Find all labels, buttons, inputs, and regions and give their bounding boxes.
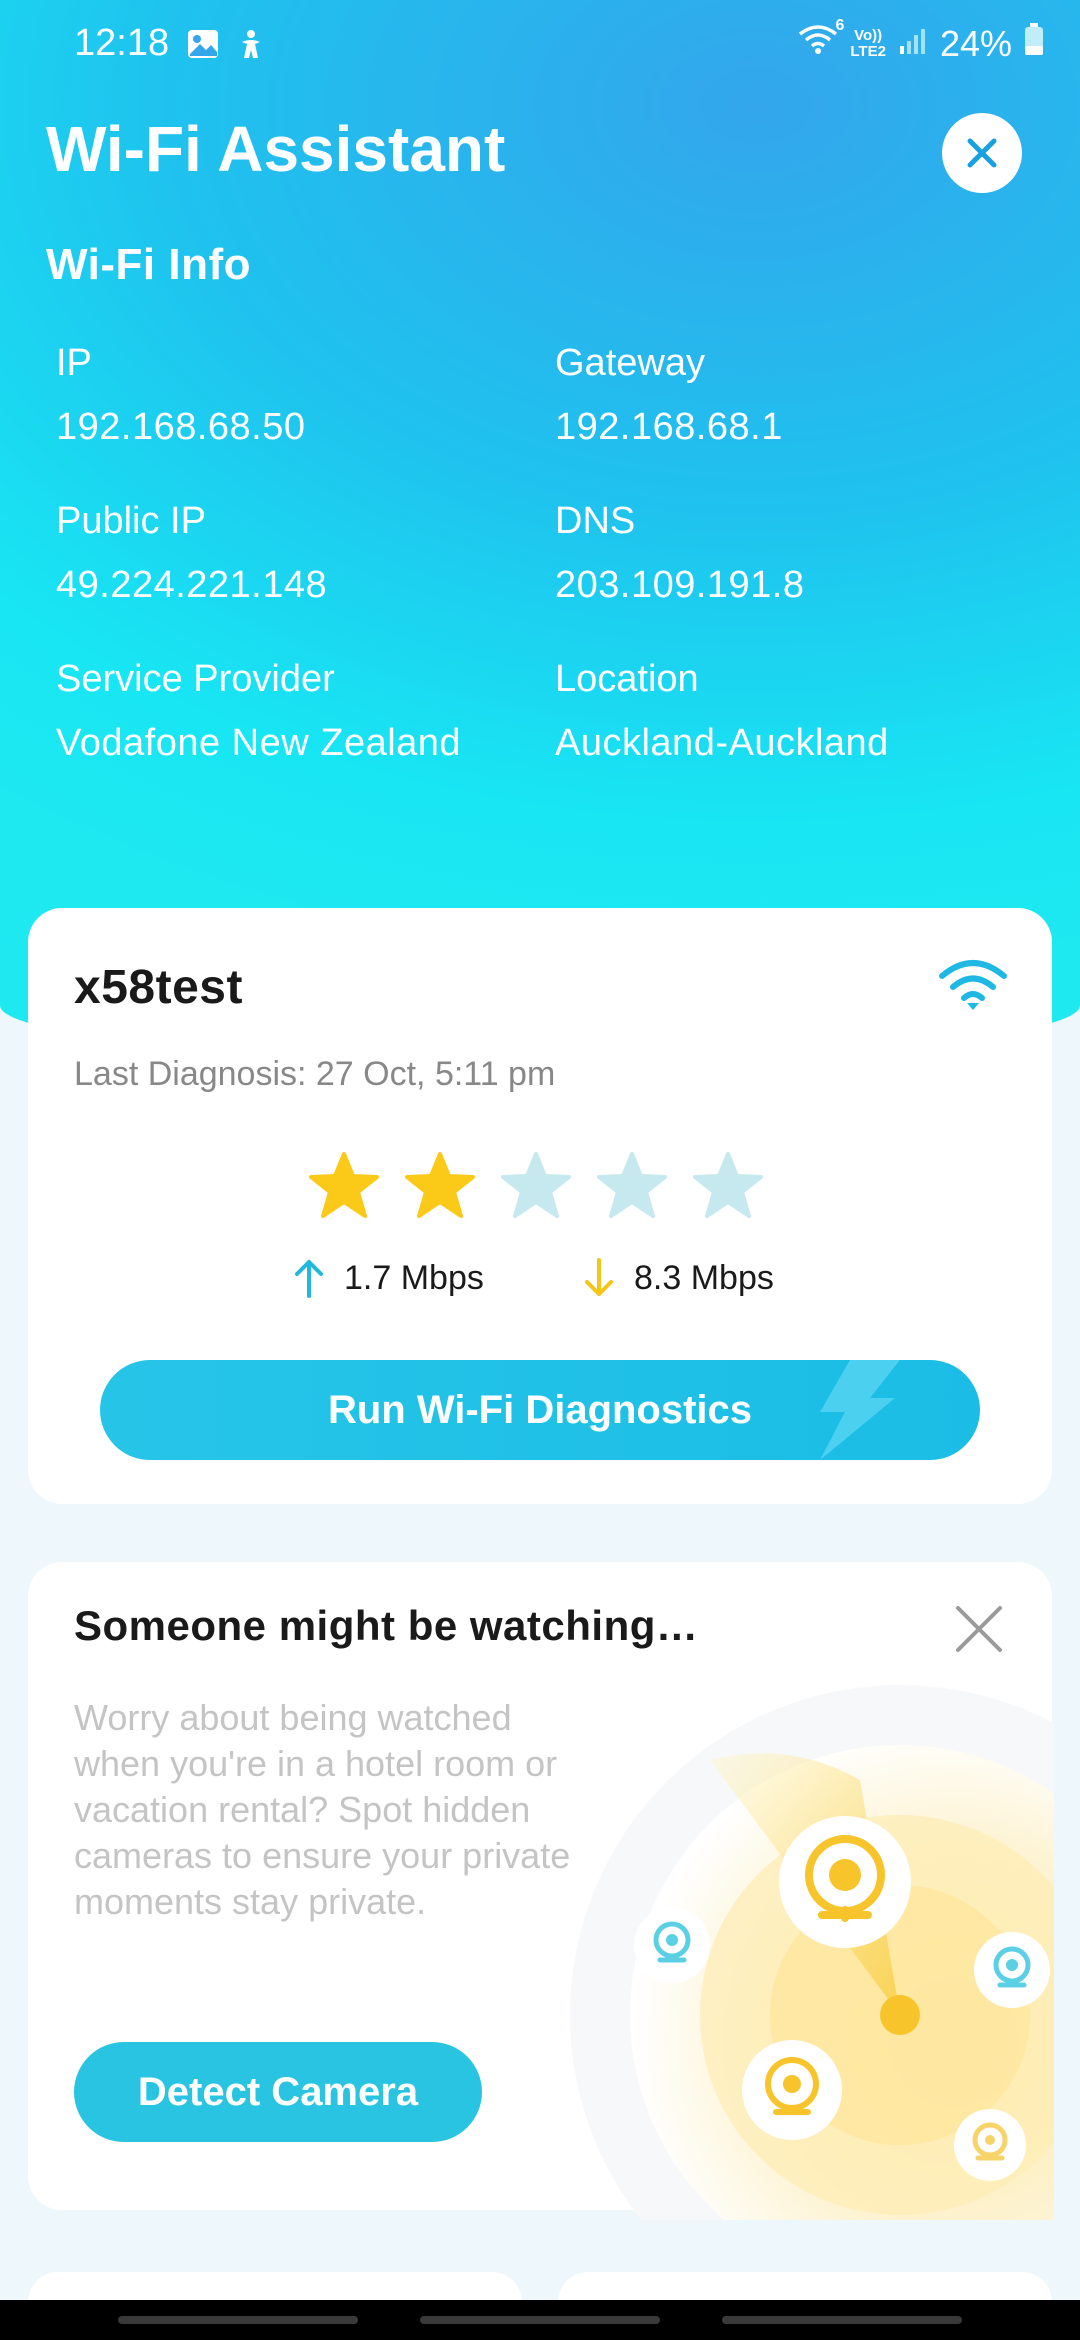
promo-description: Worry about being watched when you're in… [74, 1697, 571, 1922]
ip-value: 192.168.68.50 [56, 406, 306, 448]
star-icon [693, 1152, 763, 1218]
gallery-icon [186, 28, 220, 65]
ip-label: IP [56, 342, 92, 384]
gateway-label: Gateway [555, 342, 705, 384]
camera-icon-large [779, 1816, 911, 1948]
dns-label: DNS [555, 500, 636, 542]
detect-camera-label: Detect Camera [137, 2069, 419, 2114]
accessibility-icon [234, 28, 268, 67]
close-icon [956, 1606, 1002, 1652]
service-provider-value: Vodafone New Zealand [56, 722, 462, 764]
upload-arrow-icon [295, 1260, 323, 1298]
wifi-badge: 6 [835, 16, 845, 34]
status-right-cluster: 6 Vo)) LTE2 24% [798, 17, 1044, 65]
nav-home-button[interactable] [420, 2316, 660, 2324]
dismiss-promo-button[interactable] [950, 1600, 1008, 1658]
service-provider-label: Service Provider [56, 658, 335, 700]
star-icon [309, 1152, 379, 1218]
battery-percent: 24% [939, 22, 1012, 64]
public-ip-value: 49.224.221.148 [56, 564, 328, 606]
network-name: x58test [74, 961, 243, 1014]
star-icon [405, 1152, 475, 1218]
camera-icon-small-1 [634, 1907, 710, 1983]
gateway-value: 192.168.68.1 [555, 406, 783, 448]
wifi-signal-icon [938, 958, 1008, 1017]
close-button[interactable] [942, 113, 1022, 193]
radar-illustration [560, 1660, 1054, 2220]
public-ip-label: Public IP [56, 500, 206, 542]
lte-label: LTE2 [850, 42, 886, 60]
camera-icon-small-3 [954, 2109, 1026, 2181]
detect-camera-button[interactable]: Detect Camera [74, 2042, 482, 2142]
page-title: Wi-Fi Assistant [46, 113, 506, 185]
volte-label: Vo)) [854, 26, 883, 44]
download-arrow-icon [585, 1258, 613, 1296]
nav-recents-button[interactable] [118, 2316, 358, 2324]
wifi-rating-stars [308, 1150, 764, 1222]
lightning-bolt-icon [820, 1360, 900, 1460]
location-label: Location [555, 658, 699, 700]
run-wifi-diagnostics-button[interactable]: Run Wi-Fi Diagnostics [100, 1360, 980, 1460]
star-icon [597, 1152, 667, 1218]
nav-back-button[interactable] [722, 2316, 962, 2324]
status-time: 12:18 [74, 22, 170, 64]
camera-icon-small-2 [974, 1932, 1050, 2008]
location-value: Auckland-Auckland [555, 722, 889, 764]
wifi-info-heading: Wi-Fi Info [46, 240, 251, 289]
run-diagnostics-label: Run Wi-Fi Diagnostics [327, 1387, 753, 1432]
volte-indicator: Vo)) LTE2 [850, 26, 886, 60]
close-icon [967, 138, 997, 168]
status-bar: 12:18 6 Vo)) LTE2 24% [0, 0, 1080, 90]
download-speed: 8.3 Mbps [582, 1258, 774, 1298]
wifi-status-icon: 6 [798, 17, 844, 65]
upload-speed: 1.7 Mbps [292, 1258, 484, 1298]
last-diagnosis: Last Diagnosis: 27 Oct, 5:11 pm [74, 1055, 556, 1093]
dns-value: 203.109.191.8 [555, 564, 805, 606]
battery-icon [1024, 22, 1044, 65]
camera-icon-medium [742, 2040, 842, 2140]
promo-title: Someone might be watching… [74, 1602, 699, 1649]
star-icon [501, 1152, 571, 1218]
upload-speed-value: 1.7 Mbps [344, 1258, 484, 1297]
signal-icon [898, 23, 928, 65]
download-speed-value: 8.3 Mbps [634, 1258, 774, 1297]
